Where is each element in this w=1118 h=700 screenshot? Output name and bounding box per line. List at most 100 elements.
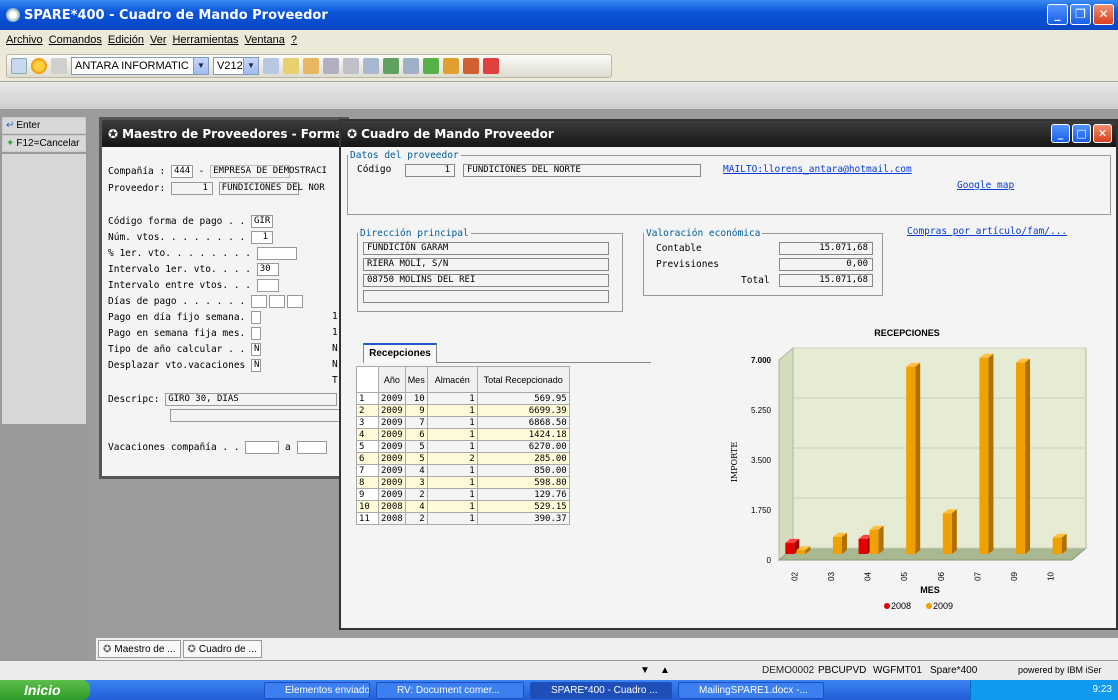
col-almacen-header[interactable]: Almacén [426, 366, 478, 393]
copy-icon[interactable] [283, 58, 299, 74]
codigo-field[interactable]: 1 [405, 164, 455, 177]
col-total-header[interactable]: Total Recepcionado [476, 366, 570, 393]
task-rv-document[interactable]: RV: Document comer... [376, 682, 524, 699]
filter-icon[interactable] [403, 58, 419, 74]
cancel-button[interactable]: ✦ F12=Cancelar [2, 135, 86, 152]
chevron-down-icon[interactable]: ▼ [243, 58, 258, 74]
undo-icon[interactable] [323, 58, 339, 74]
almacen-cell: 1 [426, 428, 478, 441]
paste-icon[interactable] [303, 58, 319, 74]
dias-pago-field-3[interactable] [287, 295, 304, 308]
col-mes-header[interactable]: Mes [404, 366, 428, 393]
task-spare-label: SPARE*400 - Cuadro ... [551, 685, 658, 696]
chart-floor [777, 547, 1088, 561]
table-row[interactable]: 10 2008 4 1 529.15 [356, 500, 570, 513]
settings-icon[interactable] [363, 58, 379, 74]
tipo-anyo-field[interactable]: N [251, 343, 262, 356]
pct-1er-vto-field[interactable] [256, 247, 297, 260]
tab-recepciones[interactable]: Recepciones [363, 343, 437, 363]
menu-archivo[interactable]: Archivo [6, 34, 43, 46]
document-icon[interactable] [51, 58, 67, 74]
flag-icon[interactable] [443, 58, 459, 74]
vacaciones-desde-field[interactable] [245, 441, 280, 454]
chart-xtick-label: 10 [1047, 571, 1056, 580]
tools-icon[interactable] [11, 58, 27, 74]
task-elementos[interactable]: Elementos enviados -... [264, 682, 370, 699]
total-cell: 850.00 [476, 464, 570, 477]
descripc-field-2[interactable] [170, 409, 342, 422]
menu-comandos[interactable]: Comandos [49, 34, 102, 46]
enter-icon: ↵ [6, 120, 15, 131]
compania-code-field[interactable]: 444 [170, 165, 193, 178]
table-row[interactable]: 8 2009 3 1 598.80 [356, 476, 570, 489]
table-row[interactable]: 6 2009 5 2 285.00 [356, 452, 570, 465]
task-mailing[interactable]: MailingSPARE1.docx -... [678, 682, 824, 699]
main-window-title: Cuadro de Mando Proveedor [361, 127, 554, 141]
company-combo[interactable]: ANTARA INFORMATIC ▼ [71, 57, 209, 75]
scroll-down-icon[interactable]: ▼ [640, 665, 650, 676]
chart-icon[interactable] [383, 58, 399, 74]
desplazar-field[interactable]: N [251, 359, 262, 372]
tipo-anyo-side: N [332, 343, 338, 354]
table-row[interactable]: 4 2009 6 1 1424.18 [356, 428, 570, 441]
intervalo-entre-field[interactable] [256, 279, 279, 292]
menu-ventana[interactable]: Ventana [245, 34, 285, 46]
maximize-button[interactable]: □ [1072, 124, 1091, 143]
chart-title: RECEPCIONES [874, 328, 940, 338]
chevron-down-icon[interactable]: ▼ [193, 58, 208, 74]
dias-pago-label: Días de pago . . . . . . [108, 296, 246, 307]
email-link[interactable]: MAILTO:llorens_antara@hotmail.com [723, 164, 912, 175]
intervalo-1er-field[interactable]: 30 [256, 263, 279, 276]
proveedor-code-field[interactable]: 1 [170, 182, 213, 195]
print-icon[interactable] [343, 58, 359, 74]
google-map-link[interactable]: Google map [957, 180, 1014, 191]
table-row[interactable]: 7 2009 4 1 850.00 [356, 464, 570, 477]
descripc-field[interactable]: GIRO 30, DIAS [165, 393, 338, 406]
sun-icon[interactable] [31, 58, 47, 74]
recepciones-table: Año Mes Almacén Total Recepcionado 1 2009… [356, 366, 570, 525]
month-cell: 9 [404, 404, 428, 417]
table-row[interactable]: 5 2009 5 1 6270.00 [356, 440, 570, 453]
task-spare[interactable]: SPARE*400 - Cuadro ... [530, 682, 672, 699]
restore-button[interactable]: ❐ [1070, 4, 1091, 25]
import-icon[interactable] [463, 58, 479, 74]
version-combo[interactable]: V212 ▼ [213, 57, 259, 75]
start-button[interactable]: Inicio [0, 680, 90, 700]
close-button[interactable]: ✕ [1093, 124, 1112, 143]
col-anyo-header[interactable]: Año [378, 366, 406, 393]
dias-pago-field-2[interactable] [269, 295, 286, 308]
vacaciones-hasta-field[interactable] [296, 441, 327, 454]
minimize-button[interactable]: _ [1051, 124, 1070, 143]
menu-help[interactable]: ? [291, 34, 297, 46]
close-button[interactable]: ✕ [1093, 4, 1114, 25]
export-icon[interactable] [423, 58, 439, 74]
chart-ytick-label: 3.500 [751, 456, 772, 465]
year-cell: 2009 [378, 428, 406, 441]
task-elementos-label: Elementos enviados -... [285, 685, 370, 696]
tab-cuadro[interactable]: ✪ Cuadro de ... [182, 640, 262, 658]
menu-edicion[interactable]: Edición [108, 34, 144, 46]
scroll-up-icon[interactable]: ▲ [660, 665, 670, 676]
compras-link[interactable]: Compras por artículo/fam/... [907, 226, 1067, 237]
menu-ver[interactable]: Ver [150, 34, 167, 46]
table-row[interactable]: 11 2008 2 1 390.37 [356, 512, 570, 525]
month-cell: 5 [404, 452, 428, 465]
minimize-button[interactable]: _ [1047, 4, 1068, 25]
table-row[interactable]: 3 2009 7 1 6868.50 [356, 416, 570, 429]
dia-fijo-field[interactable] [251, 311, 262, 324]
menu-herramientas[interactable]: Herramientas [172, 34, 238, 46]
chart-ytick-label: 5.250 [751, 406, 772, 415]
table-row[interactable]: 1 2009 10 1 569.95 [356, 392, 570, 405]
exit-icon[interactable] [483, 58, 499, 74]
dias-pago-field-1[interactable] [251, 295, 268, 308]
semana-fija-field[interactable] [251, 327, 262, 340]
app-titlebar: SPARE*400 - Cuadro de Mando Proveedor _ … [0, 0, 1118, 30]
codigo-forma-field[interactable]: GIR [251, 215, 274, 228]
tab-maestro[interactable]: ✪ Maestro de ... [98, 640, 181, 658]
table-row[interactable]: 9 2009 2 1 129.76 [356, 488, 570, 501]
enter-button[interactable]: ↵ Enter [2, 117, 86, 134]
table-row[interactable]: 2 2009 9 1 6699.39 [356, 404, 570, 417]
num-vtos-label: Núm. vtos. . . . . . . . [108, 232, 246, 243]
num-vtos-field[interactable]: 1 [251, 231, 274, 244]
arrow-icon[interactable] [263, 58, 279, 74]
